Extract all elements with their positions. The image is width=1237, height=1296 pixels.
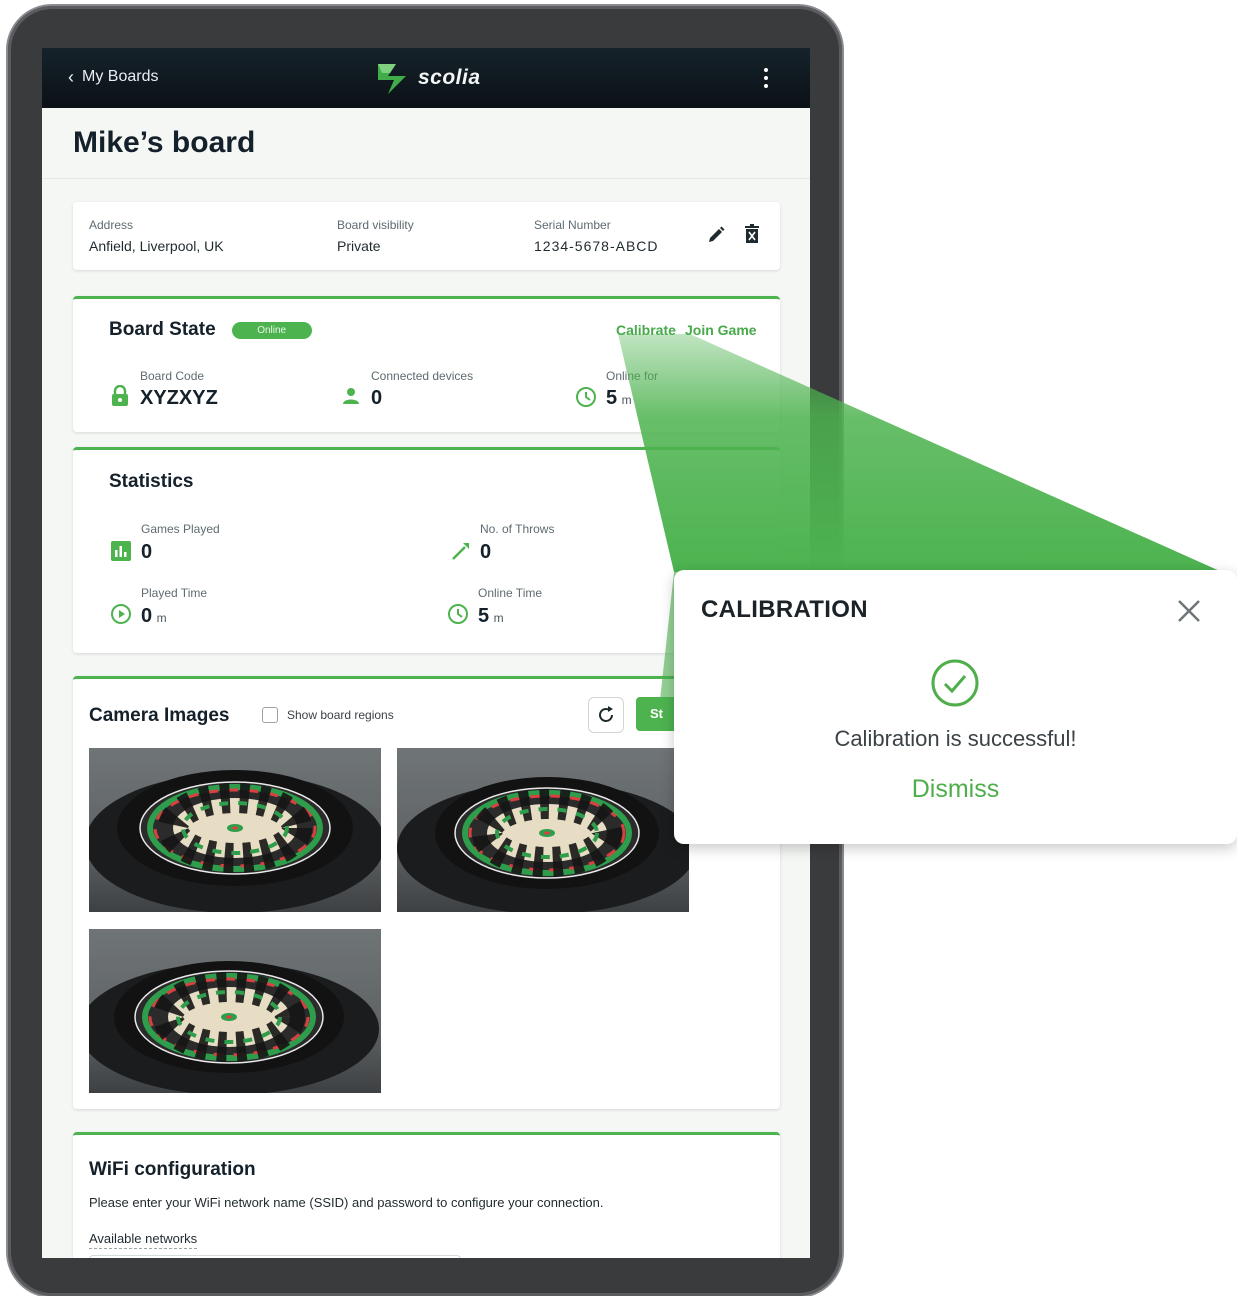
dialog-title: CALIBRATION [701,596,868,623]
close-icon[interactable] [1174,596,1204,626]
check-circle-icon [931,659,979,707]
dialog-message: Calibration is successful! [834,726,1077,751]
dismiss-button[interactable]: Dismiss [674,775,1237,804]
calibration-dialog: CALIBRATION Calibration is successful! D… [674,570,1237,844]
